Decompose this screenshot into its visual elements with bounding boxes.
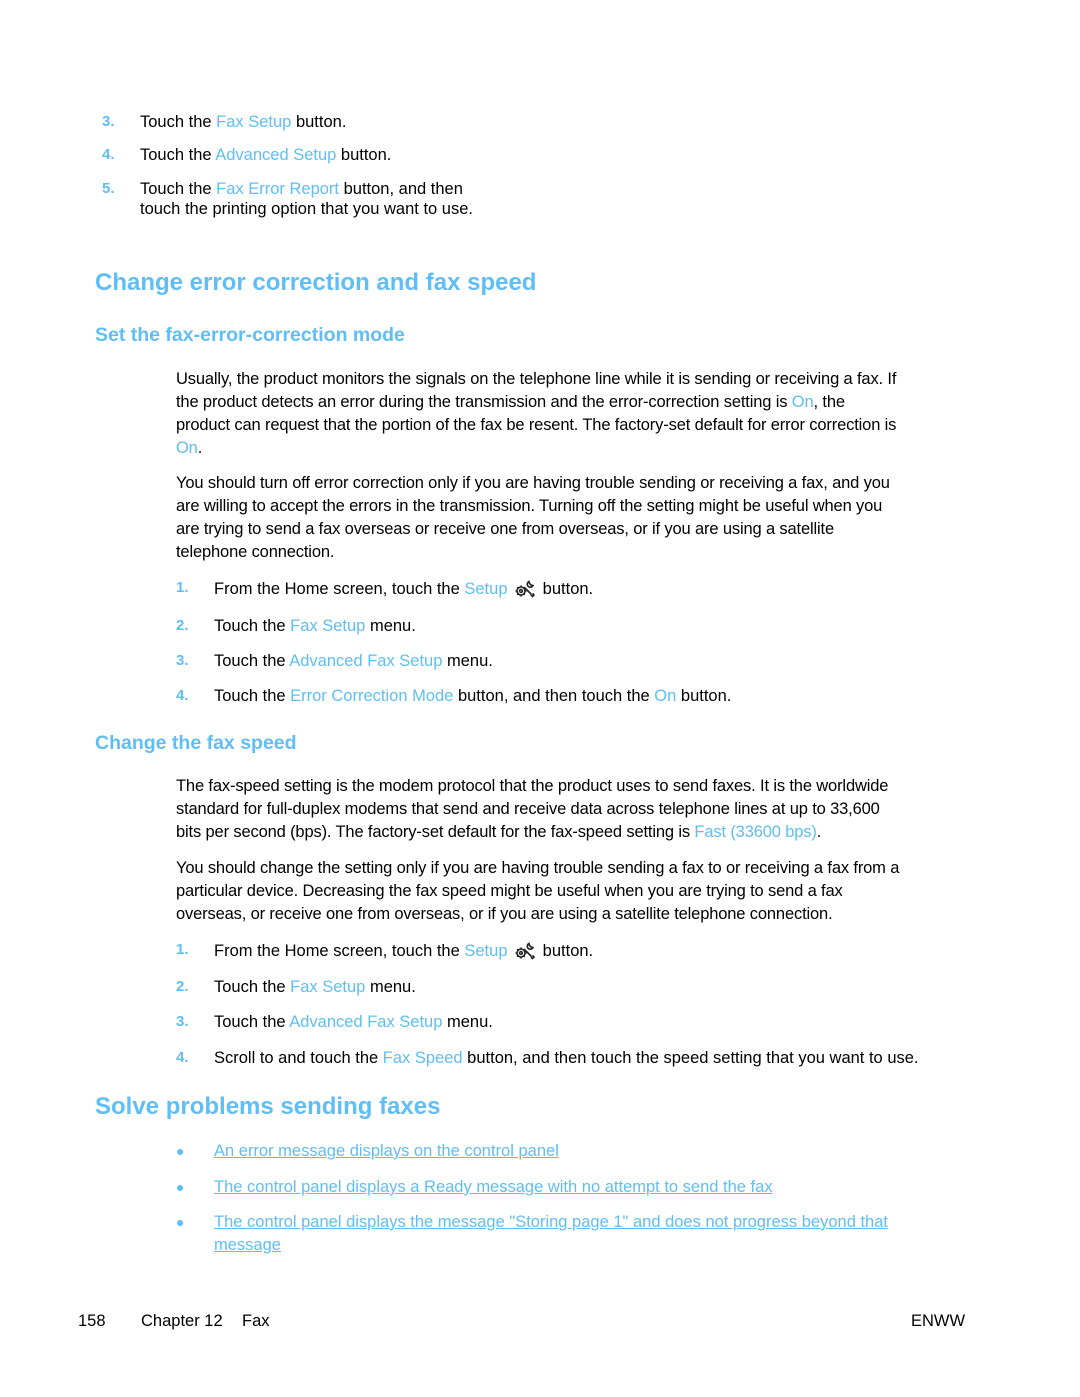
step-number: 3.	[176, 1013, 189, 1030]
paragraph-line: product can request that the portion of …	[176, 416, 897, 434]
paragraph-line: are trying to send a fax overseas or rec…	[176, 520, 835, 538]
paragraph-error-correction-intro: Usually, the product monitors the signal…	[176, 368, 976, 460]
ui-term-on: On	[791, 393, 814, 411]
ui-term-fax-error-report: Fax Error Report	[216, 180, 340, 198]
page-number: 158	[78, 1312, 106, 1330]
bullet-icon: ●	[176, 1214, 185, 1230]
link-error-message[interactable]: An error message displays on the control…	[214, 1140, 559, 1163]
step-number: 4.	[176, 687, 189, 704]
ui-term-on: On	[176, 439, 198, 457]
step-text: button.	[676, 687, 732, 705]
ui-term-fax-setup: Fax Setup	[290, 617, 366, 635]
paragraph-line: You should turn off error correction onl…	[176, 474, 890, 492]
ui-term-fax-setup: Fax Setup	[216, 113, 292, 131]
step-text: Touch the	[214, 978, 291, 996]
step-text: Scroll to and touch the	[214, 1049, 383, 1067]
step-text: Touch the	[214, 687, 291, 705]
ui-term-fax-speed: Fax Speed	[382, 1049, 463, 1067]
text: .	[197, 439, 203, 457]
step-number: 1.	[176, 941, 189, 958]
step-text: Touch the	[140, 113, 217, 131]
step-text: Touch the	[214, 652, 290, 670]
text: bits per second (bps). The factory-set d…	[176, 823, 695, 841]
step-text: Touch the	[214, 617, 291, 635]
step-number: 3.	[102, 113, 115, 130]
ui-term-advanced-fax-setup: Advanced Fax Setup	[289, 1013, 443, 1031]
setup-icon	[515, 942, 536, 960]
step-number: 5.	[102, 180, 115, 197]
paragraph-fax-speed-change: You should change the setting only if yo…	[176, 857, 976, 926]
ui-term-error-correction-mode: Error Correction Mode	[290, 687, 454, 705]
link-storing-page-cont[interactable]: message	[214, 1234, 281, 1257]
bullet-icon: ●	[176, 1179, 185, 1195]
step-text: button.	[291, 113, 347, 131]
bullet-icon: ●	[176, 1143, 185, 1159]
step-text: button, and then touch the	[453, 687, 655, 705]
step-number: 1.	[176, 579, 189, 596]
paragraph-line: are willing to accept the errors in the …	[176, 497, 883, 515]
text: , the	[813, 393, 846, 411]
paragraph-line: On.	[176, 437, 976, 460]
step-number: 3.	[176, 652, 189, 669]
step-text: menu.	[365, 978, 416, 996]
ui-term-advanced-fax-setup: Advanced Fax Setup	[289, 652, 443, 670]
paragraph-line: Usually, the product monitors the signal…	[176, 370, 897, 388]
step-text: button, and then	[339, 180, 463, 198]
paragraph-error-correction-off: You should turn off error correction onl…	[176, 472, 976, 564]
subheading-error-correction-mode: Set the fax-error-correction mode	[95, 324, 405, 346]
step-text: button.	[538, 580, 594, 598]
ui-term-on: On	[654, 687, 677, 705]
step-text: touch the printing option that you want …	[140, 200, 473, 218]
chapter-label: Chapter 12	[141, 1312, 223, 1330]
ui-term-setup: Setup	[464, 580, 508, 598]
locale-code: ENWW	[911, 1312, 966, 1330]
step-number: 2.	[176, 978, 189, 995]
ui-term-fax-setup: Fax Setup	[290, 978, 366, 996]
step-text: Touch the	[140, 180, 217, 198]
paragraph-line: standard for full-duplex modems that sen…	[176, 800, 880, 818]
paragraph-line: You should change the setting only if yo…	[176, 859, 900, 877]
paragraph-line: The fax-speed setting is the modem proto…	[176, 777, 889, 795]
paragraph-fax-speed-intro: The fax-speed setting is the modem proto…	[176, 775, 976, 844]
paragraph-line: particular device. Decreasing the fax sp…	[176, 882, 843, 900]
step-text: button.	[538, 942, 594, 960]
text: .	[816, 823, 822, 841]
step-text: menu.	[365, 617, 416, 635]
step-number: 2.	[176, 617, 189, 634]
section-heading-error-correction: Change error correction and fax speed	[95, 269, 537, 296]
paragraph-line: telephone connection.	[176, 543, 335, 561]
text: the product detects an error during the …	[176, 393, 792, 411]
step-text: From the Home screen, touch the	[214, 942, 465, 960]
link-storing-page[interactable]: The control panel displays the message "…	[214, 1211, 888, 1234]
paragraph-line: the product detects an error during the …	[176, 391, 976, 414]
step-text: Touch the	[140, 146, 216, 164]
link-ready-message[interactable]: The control panel displays a Ready messa…	[214, 1176, 773, 1199]
ui-term-setup: Setup	[464, 942, 508, 960]
step-text: From the Home screen, touch the	[214, 580, 465, 598]
chapter-title: Fax	[242, 1312, 270, 1330]
section-heading-solve-problems: Solve problems sending faxes	[95, 1093, 441, 1120]
step-text: menu.	[442, 652, 493, 670]
setup-icon	[515, 580, 536, 598]
paragraph-line: bits per second (bps). The factory-set d…	[176, 821, 976, 844]
ui-term-advanced-setup: Advanced Setup	[215, 146, 337, 164]
subheading-fax-speed: Change the fax speed	[95, 732, 297, 754]
paragraph-line: overseas, or receive one from overseas, …	[176, 905, 833, 923]
ui-term-fast-speed: Fast (33600 bps)	[694, 823, 817, 841]
step-text: Touch the	[214, 1013, 290, 1031]
step-text: menu.	[442, 1013, 493, 1031]
step-number: 4.	[176, 1049, 189, 1066]
step-text: button.	[336, 146, 392, 164]
step-text: button, and then touch the speed setting…	[462, 1049, 919, 1067]
step-number: 4.	[102, 146, 115, 163]
